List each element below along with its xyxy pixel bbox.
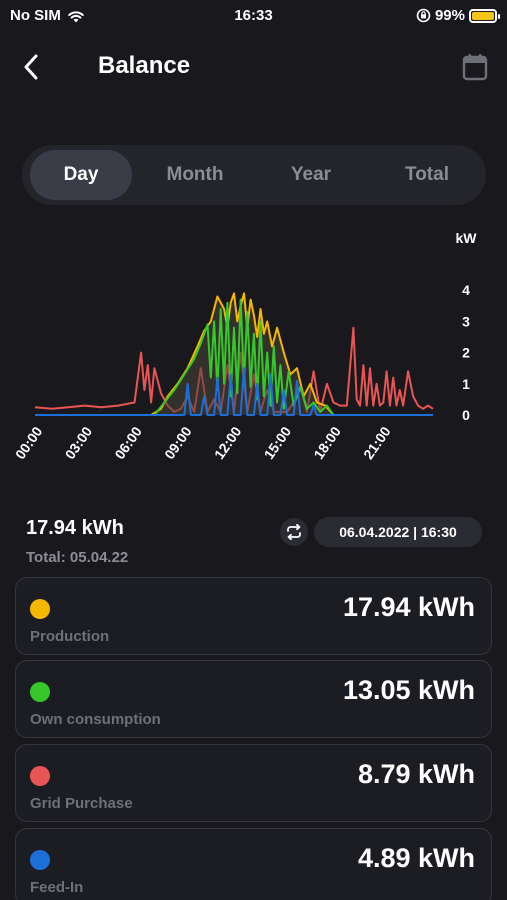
x-tick-label: 21:00 xyxy=(360,423,394,462)
tab-total[interactable]: Total xyxy=(374,150,480,200)
chevron-left-icon xyxy=(24,54,38,80)
y-tick-label: 3 xyxy=(462,313,470,329)
y-tick-label: 1 xyxy=(462,376,470,392)
feed-in-dot xyxy=(30,850,50,870)
card-value: 4.89 kWh xyxy=(357,843,475,873)
x-tick-label: 18:00 xyxy=(310,423,344,462)
card-label: Feed-In xyxy=(30,879,84,896)
battery-percent: 99% xyxy=(434,7,465,24)
card-value: 17.94 kWh xyxy=(342,592,475,622)
status-bar: No SIM 16:33 99% xyxy=(0,0,507,32)
page-title: Balance xyxy=(98,52,191,79)
card-value: 8.79 kWh xyxy=(357,759,475,789)
x-tick-label: 03:00 xyxy=(62,423,96,462)
status-right: 99% xyxy=(416,7,500,24)
y-tick-label: 4 xyxy=(462,282,470,298)
summary-value: 17.94 kWh xyxy=(26,517,124,539)
x-tick-label: 00:00 xyxy=(12,423,46,462)
date-time-pill[interactable]: 06.04.2022 | 16:30 xyxy=(314,517,482,547)
calendar-icon xyxy=(462,54,488,81)
own-consumption-dot xyxy=(30,682,50,702)
y-tick-label: 2 xyxy=(462,345,470,361)
battery-level xyxy=(472,11,494,20)
grid-purchase-dot xyxy=(30,766,50,786)
x-tick-label: 09:00 xyxy=(161,423,195,462)
y-tick-label: 0 xyxy=(462,407,470,423)
x-tick-label: 06:00 xyxy=(111,423,145,462)
x-tick-label: 12:00 xyxy=(211,423,245,462)
power-chart: 0 1 2 3 4 00:00 03:00 06:00 09:00 12:00 15:00 18:0… xyxy=(12,230,478,462)
summary-total-date: Total: 05.04.22 xyxy=(26,549,129,566)
production-dot xyxy=(30,599,50,619)
card-production[interactable]: Production 17.94 kWh xyxy=(15,577,492,655)
y-axis-label: kW xyxy=(456,230,478,246)
x-tick-label: 15:00 xyxy=(261,423,295,462)
tab-day[interactable]: Day xyxy=(30,150,132,200)
navigation-bar: Balance xyxy=(0,40,507,92)
card-grid-purchase[interactable]: Grid Purchase 8.79 kWh xyxy=(15,744,492,822)
card-label: Grid Purchase xyxy=(30,795,133,812)
card-label: Own consumption xyxy=(30,711,161,728)
x-axis: 00:00 03:00 06:00 09:00 12:00 15:00 18:00 21:00 xyxy=(12,423,394,462)
orientation-lock-icon xyxy=(416,8,431,23)
card-label: Production xyxy=(30,628,110,645)
card-own-consumption[interactable]: Own consumption 13.05 kWh xyxy=(15,660,492,738)
calendar-button[interactable] xyxy=(461,52,489,82)
y-axis: 0 1 2 3 4 xyxy=(462,282,470,423)
chart-series-layer xyxy=(34,292,434,416)
refresh-button[interactable] xyxy=(280,518,308,546)
tab-year[interactable]: Year xyxy=(260,150,362,200)
refresh-icon xyxy=(287,524,301,540)
card-value: 13.05 kWh xyxy=(342,675,475,705)
period-tabs: Day Month Year Total xyxy=(22,145,486,205)
tab-month[interactable]: Month xyxy=(143,150,247,200)
card-feed-in[interactable]: Feed-In 4.89 kWh xyxy=(15,828,492,900)
battery-icon xyxy=(469,8,500,23)
back-button[interactable] xyxy=(16,52,46,82)
